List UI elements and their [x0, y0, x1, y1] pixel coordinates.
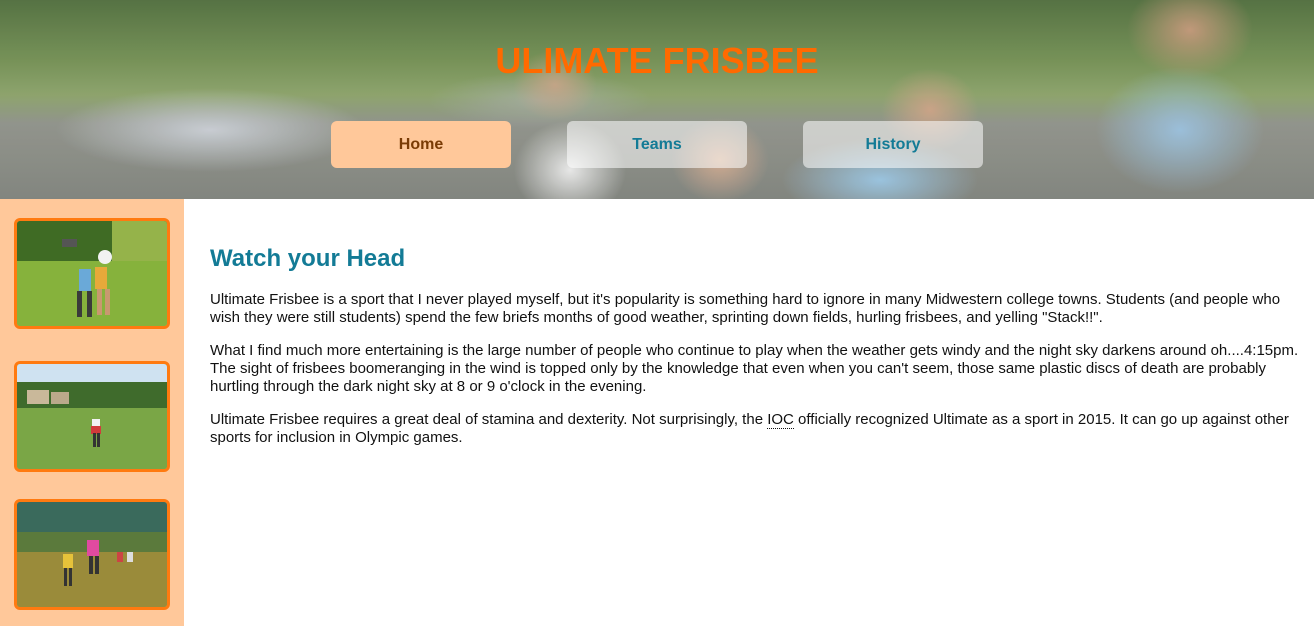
paragraph-3-text-start: Ultimate Frisbee requires a great deal o… — [210, 411, 768, 428]
site-title: ULIMATE FRISBEE — [495, 40, 819, 81]
nav-teams[interactable]: Teams — [567, 121, 747, 168]
nav-history[interactable]: History — [803, 121, 983, 168]
article-heading: Watch your Head — [210, 245, 406, 272]
thumbnail-image-3[interactable] — [14, 499, 170, 610]
frisbee-field-photo — [17, 364, 167, 469]
frisbee-jump-photo — [17, 502, 167, 607]
thumbnail-image-1[interactable] — [14, 218, 170, 329]
main-content: Watch your Head Ultimate Frisbee is a sp… — [210, 199, 1300, 462]
article-paragraph-1: Ultimate Frisbee is a sport that I never… — [210, 291, 1281, 326]
banner-photo — [0, 0, 1314, 199]
nav-home[interactable]: Home — [331, 121, 511, 168]
frisbee-catch-photo — [17, 221, 167, 326]
article-paragraph-3: Ultimate Frisbee requires a great deal o… — [210, 411, 1300, 447]
main-nav: Home Teams History — [331, 121, 983, 168]
article-paragraph-2: What I find much more entertaining is th… — [210, 342, 1299, 395]
ioc-abbreviation[interactable]: IOC — [767, 411, 794, 429]
thumbnail-image-2[interactable] — [14, 361, 170, 472]
header-banner: ULIMATE FRISBEE Home Teams History — [0, 0, 1314, 199]
sidebar — [0, 199, 184, 626]
